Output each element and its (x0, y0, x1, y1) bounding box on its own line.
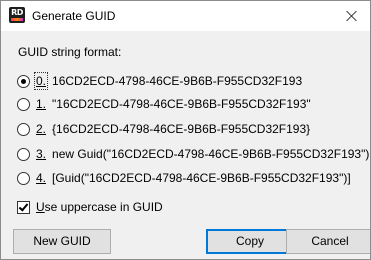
close-button[interactable] (336, 1, 370, 31)
format-option-0[interactable]: 0. 16CD2ECD-4798-46CE-9B6B-F955CD32F193 (17, 72, 302, 90)
radio-button-4[interactable] (17, 171, 30, 185)
format-option-1[interactable]: 1. "16CD2ECD-4798-46CE-9B6B-F955CD32F193" (17, 95, 311, 113)
guid-format-label: GUID string format: (18, 45, 122, 59)
generate-guid-dialog: RD Generate GUID GUID string format: 0. 1… (0, 0, 371, 260)
format-option-2-label[interactable]: 2. {16CD2ECD-4798-46CE-9B6B-F955CD32F193} (36, 122, 310, 136)
format-option-3-index: 3. (36, 147, 47, 161)
uppercase-checkbox-label[interactable]: Use uppercase in GUID (36, 200, 163, 214)
format-option-3[interactable]: 3. new Guid("16CD2ECD-4798-46CE-9B6B-F955… (17, 145, 369, 163)
close-icon (346, 10, 358, 22)
radio-button-1[interactable] (17, 97, 30, 111)
copy-button[interactable]: Copy (206, 229, 294, 254)
window-title: Generate GUID (32, 9, 116, 23)
format-option-3-text: new Guid("16CD2ECD-4798-46CE-9B6B-F955CD… (52, 147, 370, 161)
uppercase-option[interactable]: Use uppercase in GUID (17, 200, 163, 214)
format-option-3-label[interactable]: 3. new Guid("16CD2ECD-4798-46CE-9B6B-F955… (36, 147, 369, 161)
format-option-0-index: 0. (33, 72, 49, 90)
format-option-1-text: "16CD2ECD-4798-46CE-9B6B-F955CD32F193" (52, 97, 311, 111)
title-bar[interactable]: RD Generate GUID (1, 1, 370, 31)
new-guid-button[interactable]: New GUID (13, 229, 111, 254)
app-icon: RD (9, 7, 25, 23)
format-option-0-label[interactable]: 0. 16CD2ECD-4798-46CE-9B6B-F955CD32F193 (33, 72, 303, 90)
radio-button-2[interactable] (17, 122, 30, 136)
app-icon-text: RD (11, 8, 23, 17)
format-option-1-label[interactable]: 1. "16CD2ECD-4798-46CE-9B6B-F955CD32F193" (36, 97, 311, 111)
format-option-0-text: 16CD2ECD-4798-46CE-9B6B-F955CD32F193 (52, 74, 303, 88)
format-option-4[interactable]: 4. [Guid("16CD2ECD-4798-46CE-9B6B-F955CD3… (17, 169, 351, 187)
format-option-4-index: 4. (36, 171, 47, 185)
uppercase-label-mnemonic: U (36, 200, 45, 214)
format-option-2-index: 2. (36, 122, 47, 136)
app-icon-stripe (11, 18, 23, 21)
format-option-4-label[interactable]: 4. [Guid("16CD2ECD-4798-46CE-9B6B-F955CD3… (36, 171, 351, 185)
format-option-2[interactable]: 2. {16CD2ECD-4798-46CE-9B6B-F955CD32F193} (17, 120, 310, 138)
cancel-button[interactable]: Cancel (286, 229, 370, 254)
format-option-1-index: 1. (36, 97, 47, 111)
uppercase-label-rest: se uppercase in GUID (44, 200, 163, 214)
uppercase-checkbox[interactable] (17, 200, 30, 214)
format-option-2-text: {16CD2ECD-4798-46CE-9B6B-F955CD32F193} (52, 122, 311, 136)
radio-button-0[interactable] (17, 74, 30, 88)
format-option-4-text: [Guid("16CD2ECD-4798-46CE-9B6B-F955CD32F… (52, 171, 351, 185)
radio-button-3[interactable] (17, 147, 30, 161)
